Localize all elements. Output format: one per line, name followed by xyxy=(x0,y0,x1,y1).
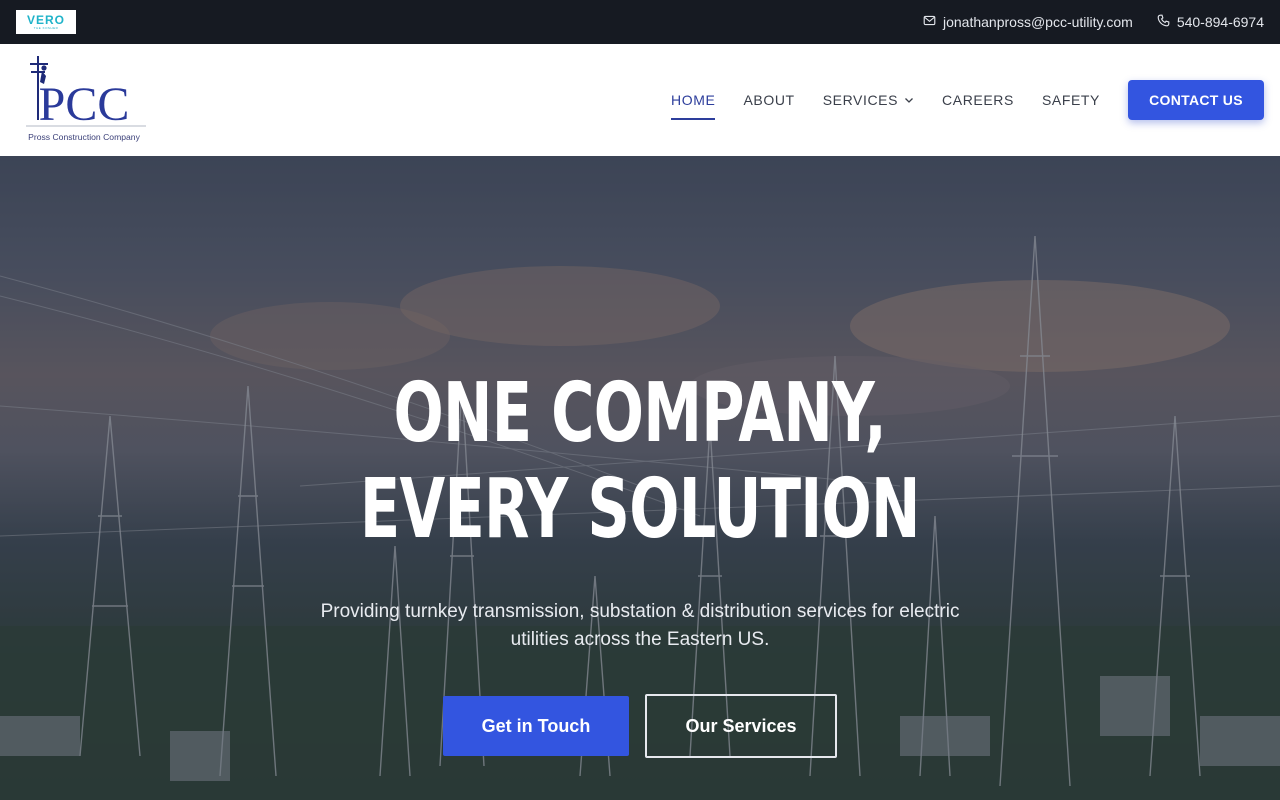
email-link[interactable]: jonathanpross@pcc-utility.com xyxy=(923,14,1133,30)
nav-about-label: ABOUT xyxy=(743,92,795,108)
phone-text: 540-894-6974 xyxy=(1176,14,1264,30)
nav-safety-label: SAFETY xyxy=(1041,92,1100,108)
nav-services-label: SERVICES xyxy=(822,92,899,108)
nav-home-label: HOME xyxy=(671,92,716,108)
vero-badge-sub: THE KOSHER xyxy=(33,26,59,30)
vero-badge[interactable]: VERO THE KOSHER xyxy=(16,10,76,34)
hero-headline: ONE COMPANY, EVERY SOLUTION xyxy=(360,366,921,558)
nav-safety[interactable]: SAFETY xyxy=(1042,80,1100,120)
hero-content: ONE COMPANY, EVERY SOLUTION Providing tu… xyxy=(0,156,1280,800)
nav-about[interactable]: ABOUT xyxy=(743,80,794,120)
vero-badge-word: VERO xyxy=(26,13,65,27)
nav-careers[interactable]: CAREERS xyxy=(942,80,1014,120)
email-text: jonathanpross@pcc-utility.com xyxy=(943,14,1133,30)
pcc-logo[interactable]: PCC Pross Construction Company xyxy=(18,54,150,146)
hero-subtext: Providing turnkey transmission, substati… xyxy=(320,601,960,650)
contact-strip: jonathanpross@pcc-utility.com 540-894-69… xyxy=(923,14,1264,30)
hero-headline-line-1: ONE COMPANY, xyxy=(393,366,887,461)
nav-careers-label: CAREERS xyxy=(942,92,1014,108)
top-utility-bar: VERO THE KOSHER jonathanpross@pcc-utilit… xyxy=(0,0,1280,44)
site-header: PCC Pross Construction Company HOME ABOU… xyxy=(0,44,1280,156)
contact-us-button[interactable]: CONTACT US xyxy=(1128,80,1264,120)
main-nav: HOME ABOUT SERVICES CAREERS SAFETY CONTA… xyxy=(671,44,1264,156)
logo-letters: PCC xyxy=(39,78,130,131)
our-services-button[interactable]: Our Services xyxy=(645,694,837,758)
hero-headline-line-2: EVERY SOLUTION xyxy=(360,462,921,557)
mail-icon xyxy=(923,14,936,30)
phone-icon xyxy=(1157,14,1170,30)
chevron-down-icon xyxy=(904,92,914,108)
get-in-touch-button[interactable]: Get in Touch xyxy=(443,696,629,756)
hero-section: ONE COMPANY, EVERY SOLUTION Providing tu… xyxy=(0,156,1280,800)
hero-buttons: Get in Touch Our Services xyxy=(443,694,837,758)
phone-link[interactable]: 540-894-6974 xyxy=(1157,14,1264,30)
nav-home[interactable]: HOME xyxy=(671,80,716,120)
logo-tagline: Pross Construction Company xyxy=(28,132,140,142)
nav-services[interactable]: SERVICES xyxy=(823,80,914,120)
